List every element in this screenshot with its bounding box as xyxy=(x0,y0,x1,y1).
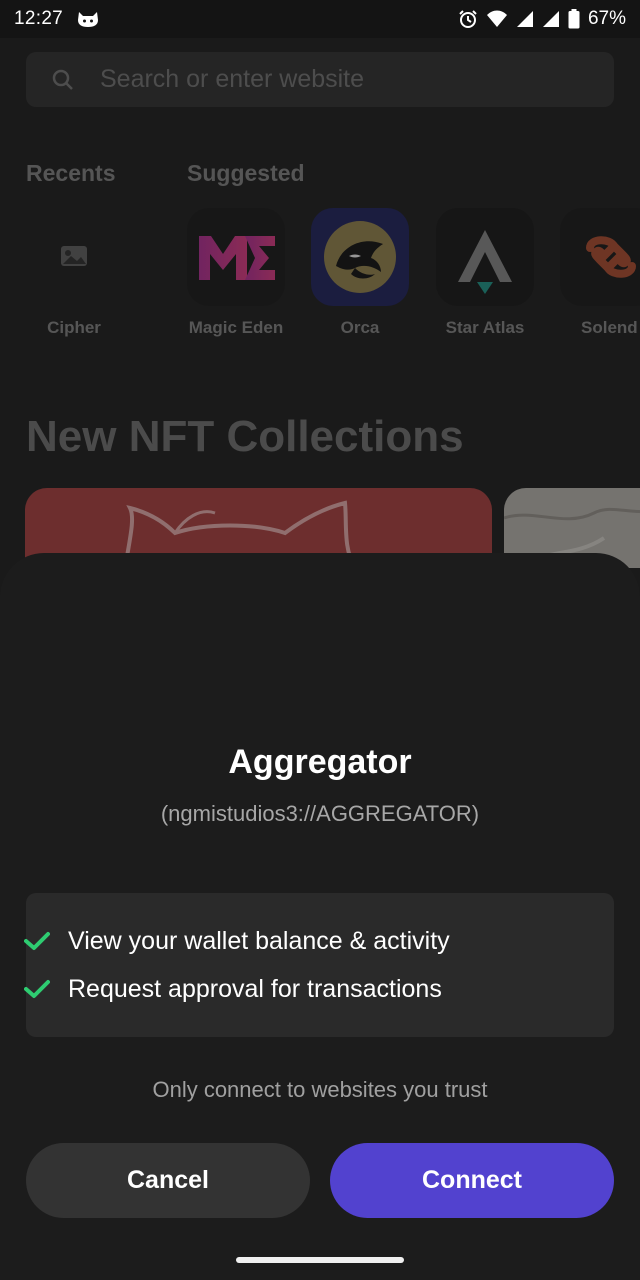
permission-text: Request approval for transactions xyxy=(68,974,442,1003)
battery-percent: 67% xyxy=(587,8,626,29)
cat-app-notification-icon xyxy=(78,12,99,27)
permission-text: View your wallet balance & activity xyxy=(68,926,450,955)
permission-item: View your wallet balance & activity xyxy=(24,925,450,957)
check-icon xyxy=(24,980,50,998)
trust-warning: Only connect to websites you trust xyxy=(152,1077,488,1102)
check-icon xyxy=(24,932,50,950)
permission-item: Request approval for transactions xyxy=(24,973,442,1005)
status-time: 12:27 xyxy=(14,8,64,29)
wifi-icon xyxy=(486,10,507,27)
connect-sheet: Aggregator (ngmistudios3://AGGREGATOR) V… xyxy=(0,553,640,1280)
home-indicator[interactable] xyxy=(236,1257,404,1263)
dapp-title: Aggregator xyxy=(228,743,412,781)
cell-signal-2-icon xyxy=(542,11,559,27)
status-icons: 67% xyxy=(458,8,626,30)
connect-button[interactable]: Connect xyxy=(330,1143,614,1218)
cell-signal-icon xyxy=(516,11,533,27)
status-bar: 12:27 67% xyxy=(0,0,640,38)
cancel-button[interactable]: Cancel xyxy=(26,1143,310,1218)
dapp-url: (ngmistudios3://AGGREGATOR) xyxy=(160,801,480,826)
battery-icon xyxy=(568,9,580,29)
alarm-icon xyxy=(459,10,477,28)
permissions-box xyxy=(26,893,614,1037)
